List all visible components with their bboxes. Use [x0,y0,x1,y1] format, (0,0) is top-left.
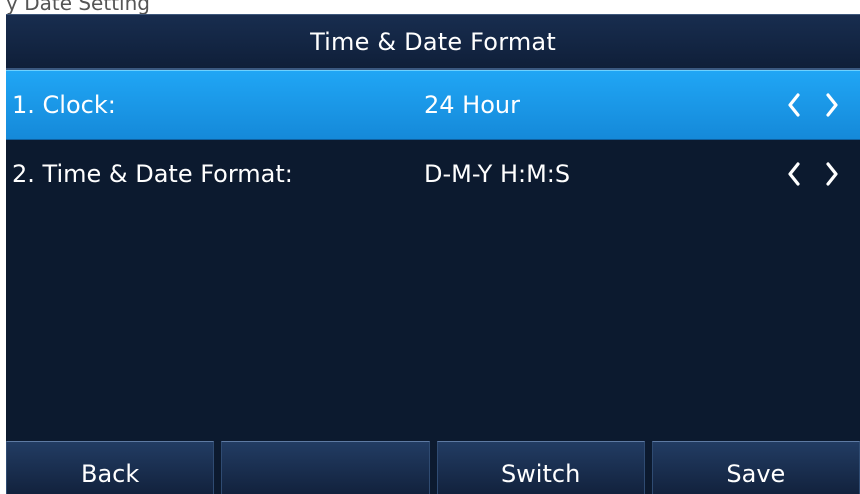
row-label: 2. Time & Date Format: [12,160,293,188]
softkey-label: Switch [500,460,581,488]
title-bar: Time & Date Format [6,14,860,70]
empty-softkey[interactable] [221,441,430,494]
back-button[interactable]: Back [6,441,215,494]
row-label: 1. Clock: [12,91,116,119]
menu-row-time-date-format[interactable]: 2. Time & Date Format: D-M-Y H:M:S [6,140,860,210]
menu-row-clock[interactable]: 1. Clock: 24 Hour [6,70,860,140]
softkey-label: Back [80,460,140,488]
top-cutoff-text: y Date Setting [0,0,860,14]
row-value: 24 Hour [424,91,520,119]
top-cutoff-label: y Date Setting [6,0,150,14]
chevron-left-icon[interactable] [786,157,802,191]
softkey-bar: Back Switch Save [6,441,860,494]
softkey-label: Save [726,460,786,488]
page-title: Time & Date Format [310,27,556,56]
chevron-right-icon[interactable] [824,157,840,191]
phone-screen: Time & Date Format 1. Clock: 24 Hour 2. … [6,14,860,494]
switch-button[interactable]: Switch [436,441,645,494]
save-button[interactable]: Save [651,441,860,494]
row-value: D-M-Y H:M:S [424,160,571,188]
chevron-right-icon[interactable] [824,88,840,122]
chevron-left-icon[interactable] [786,88,802,122]
